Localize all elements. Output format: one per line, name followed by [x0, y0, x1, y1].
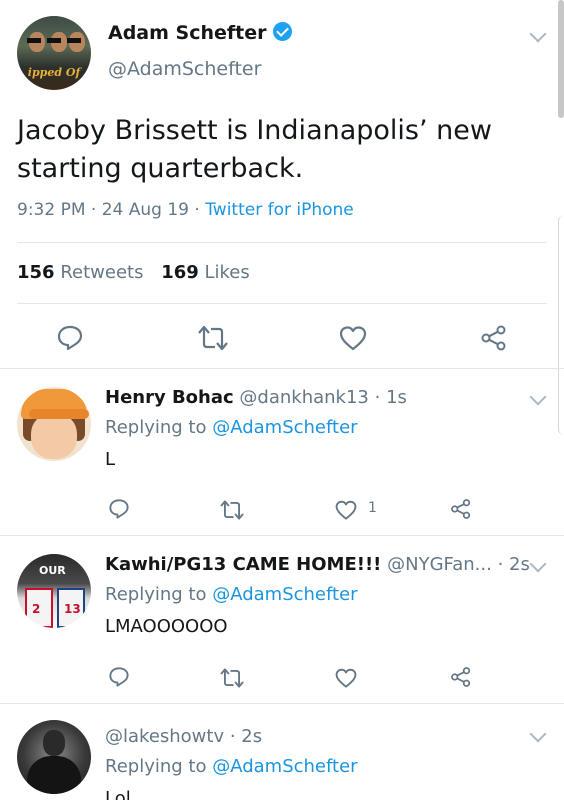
divider	[17, 242, 547, 243]
replying-to: Replying to @AdamSchefter	[105, 756, 358, 777]
replying-to-link[interactable]: @AdamSchefter	[212, 756, 357, 777]
tweet-meta: 9:32 PM · 24 Aug 19 · Twitter for iPhone	[17, 200, 354, 220]
divider	[17, 303, 547, 304]
retweet-icon[interactable]	[197, 324, 229, 352]
retweet-icon[interactable]	[219, 667, 245, 689]
reply-text: L	[105, 449, 116, 470]
avatar[interactable]	[17, 720, 91, 794]
tweet-time: 9:32 PM	[17, 200, 86, 220]
like-icon[interactable]	[334, 499, 358, 521]
replying-label: Replying to	[105, 756, 207, 777]
main-tweet: ipped Of Adam Schefter @AdamSchefter Jac…	[0, 0, 564, 368]
replying-to-link[interactable]: @AdamSchefter	[212, 584, 357, 605]
reply-header: @lakeshowtv · 2s	[105, 726, 263, 747]
author-name[interactable]: Adam Schefter	[108, 22, 292, 44]
reply-handle[interactable]: @dankhank13	[239, 387, 368, 408]
reply-header: Henry Bohac @dankhank13 · 1s	[105, 387, 407, 408]
reply-handle[interactable]: @NYGFan...	[387, 554, 492, 575]
avatar[interactable]	[17, 387, 91, 461]
tweet-text-line: starting quarterback.	[17, 153, 304, 184]
tweet-text: Jacoby Brissett is Indianapolis’ new sta…	[17, 112, 547, 188]
retweets-label: Retweets	[60, 262, 144, 283]
tweet-date: 24 Aug 19	[101, 200, 189, 220]
likes-label: Likes	[204, 262, 250, 283]
share-icon[interactable]	[480, 324, 508, 352]
replying-to-link[interactable]: @AdamSchefter	[212, 417, 357, 438]
tweet-stats: 156 Retweets 169 Likes	[17, 262, 250, 283]
likes-count: 169	[161, 262, 199, 283]
reply-time: 1s	[386, 387, 407, 408]
author-handle[interactable]: @AdamSchefter	[108, 58, 261, 80]
share-icon[interactable]	[450, 498, 472, 520]
reply-author-name[interactable]: Kawhi/PG13 CAME HOME!!!	[105, 554, 381, 575]
chevron-down-icon[interactable]	[529, 388, 547, 406]
verified-icon	[272, 22, 292, 41]
replying-label: Replying to	[105, 584, 207, 605]
retweet-icon[interactable]	[219, 499, 245, 521]
reply-time: 2s	[241, 726, 263, 747]
replying-to: Replying to @AdamSchefter	[105, 417, 358, 438]
likes-stat[interactable]: 169 Likes	[161, 262, 250, 283]
replying-label: Replying to	[105, 417, 207, 438]
reply-icon[interactable]	[108, 666, 130, 688]
reply-author-name[interactable]: Henry Bohac	[105, 387, 234, 408]
reply-tweet[interactable]: OUR 2 13 Kawhi/PG13 CAME HOME!!! @NYGFan…	[0, 536, 564, 703]
reply-text: Lol	[105, 788, 131, 800]
retweets-count: 156	[17, 262, 55, 283]
like-icon[interactable]	[334, 667, 358, 689]
retweets-stat[interactable]: 156 Retweets	[17, 262, 143, 283]
reply-tweet[interactable]: Henry Bohac @dankhank13 · 1s Replying to…	[0, 369, 564, 535]
reply-time: 2s	[509, 554, 530, 575]
tweet-text-line: Jacoby Brissett is Indianapolis’ new	[17, 115, 492, 146]
avatar[interactable]: OUR 2 13	[17, 554, 91, 628]
chevron-down-icon[interactable]	[529, 555, 547, 573]
reply-handle[interactable]: @lakeshowtv	[105, 726, 224, 747]
reply-icon[interactable]	[56, 324, 84, 352]
author-name-text[interactable]: Adam Schefter	[108, 22, 267, 44]
avatar-caption: ipped Of	[27, 66, 81, 79]
replying-to: Replying to @AdamSchefter	[105, 584, 358, 605]
avatar-text: 2	[32, 602, 41, 616]
reply-icon[interactable]	[108, 498, 130, 520]
reply-header: Kawhi/PG13 CAME HOME!!! @NYGFan... · 2s	[105, 554, 530, 575]
reply-text: LMAOOOOOO	[105, 616, 228, 637]
like-icon[interactable]	[338, 324, 368, 352]
avatar-text: 13	[64, 602, 81, 616]
reply-tweet[interactable]: @lakeshowtv · 2s Replying to @AdamScheft…	[0, 704, 564, 800]
share-icon[interactable]	[450, 666, 472, 688]
avatar[interactable]: ipped Of	[17, 16, 91, 90]
like-count: 1	[368, 500, 377, 516]
tweet-source-link[interactable]: Twitter for iPhone	[205, 200, 354, 220]
chevron-down-icon[interactable]	[529, 725, 547, 743]
chevron-down-icon[interactable]	[529, 25, 547, 43]
avatar-text: OUR	[39, 564, 66, 577]
